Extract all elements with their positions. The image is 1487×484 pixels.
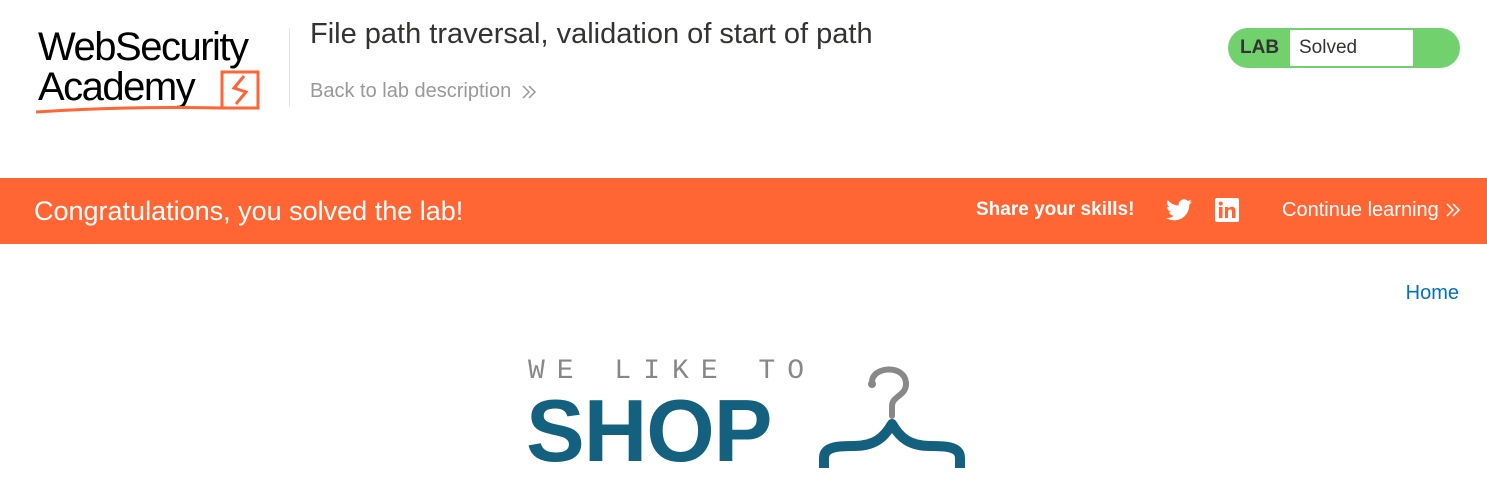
double-chevron-right-icon xyxy=(1446,203,1460,217)
linkedin-icon[interactable] xyxy=(1215,198,1239,222)
congratulations-message: Congratulations, you solved the lab! xyxy=(34,196,464,226)
lab-title: File path traversal, validation of start… xyxy=(310,18,873,50)
lab-status-state-box: Solved xyxy=(1290,30,1413,66)
shop-logo[interactable]: WE LIKE TO SHOP xyxy=(526,350,971,484)
lab-status-state: Solved xyxy=(1299,37,1358,58)
web-security-academy-logo[interactable]: WebSecurity Academy xyxy=(36,27,286,118)
lab-status-label: LAB xyxy=(1240,37,1280,58)
share-skills-label: Share your skills! xyxy=(976,199,1135,220)
header: WebSecurity Academy File path traversal,… xyxy=(0,0,1487,178)
back-to-lab-description-link[interactable]: Back to lab description xyxy=(310,80,537,103)
solved-banner: Congratulations, you solved the lab! Sha… xyxy=(0,178,1487,244)
hanger-icon xyxy=(819,366,965,468)
lab-status-badge: LAB Solved xyxy=(1228,28,1460,68)
header-divider xyxy=(289,28,290,106)
home-link[interactable]: Home xyxy=(1406,282,1459,305)
shop-title: SHOP xyxy=(526,381,772,480)
twitter-icon[interactable] xyxy=(1166,198,1192,222)
back-link-label: Back to lab description xyxy=(310,80,512,102)
academy-flame-icon xyxy=(36,70,260,114)
continue-learning-link[interactable]: Continue learning xyxy=(1282,178,1461,242)
continue-learning-label: Continue learning xyxy=(1282,199,1439,221)
double-chevron-right-icon xyxy=(522,84,537,99)
